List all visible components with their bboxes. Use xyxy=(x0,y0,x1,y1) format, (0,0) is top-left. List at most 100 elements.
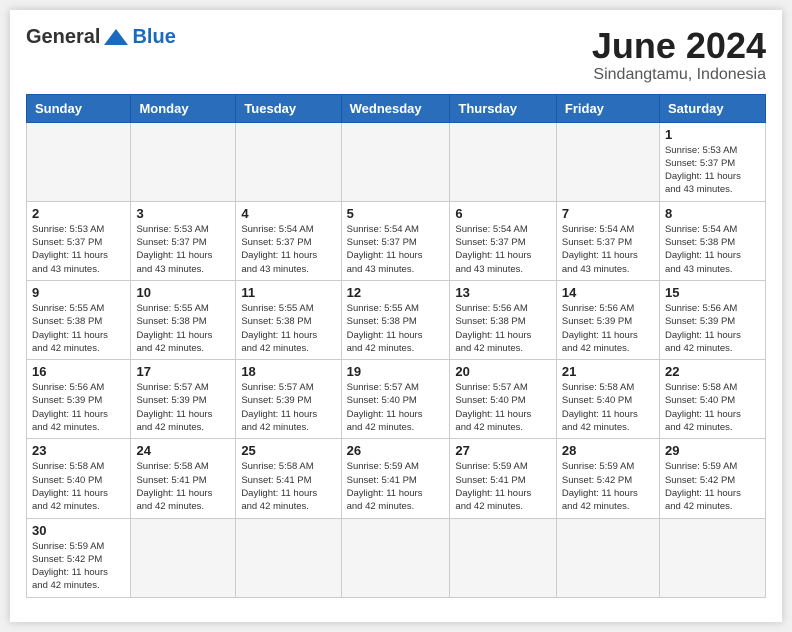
calendar-cell: 20Sunrise: 5:57 AM Sunset: 5:40 PM Dayli… xyxy=(450,360,556,439)
day-number: 30 xyxy=(32,523,125,538)
day-number: 9 xyxy=(32,285,125,300)
calendar-cell: 27 Sunrise: 5:59 AM Sunset: 5:41 PM Dayli… xyxy=(450,439,556,518)
week-row-3: 9 Sunrise: 5:55 AM Sunset: 5:38 PM Daylig… xyxy=(27,280,766,359)
header-row: SundayMondayTuesdayWednesdayThursdayFrid… xyxy=(27,94,766,122)
header-day-friday: Friday xyxy=(556,94,659,122)
day-number: 20 xyxy=(455,364,550,379)
day-number: 3 xyxy=(136,206,230,221)
day-number: 17 xyxy=(136,364,230,379)
calendar-cell: 30 Sunrise: 5:59 AM Sunset: 5:42 PM Dayli… xyxy=(27,518,131,597)
calendar-cell: 13Sunrise: 5:56 AM Sunset: 5:38 PM Dayli… xyxy=(450,280,556,359)
calendar-cell: 12Sunrise: 5:55 AM Sunset: 5:38 PM Dayli… xyxy=(341,280,450,359)
calendar-cell: 6 Sunrise: 5:54 AM Sunset: 5:37 PM Daylig… xyxy=(450,201,556,280)
day-info: Sunrise: 5:53 AM Sunset: 5:37 PM Dayligh… xyxy=(32,223,125,276)
header-day-tuesday: Tuesday xyxy=(236,94,341,122)
week-row-1: 1Sunrise: 5:53 AM Sunset: 5:37 PM Daylig… xyxy=(27,122,766,201)
calendar-cell: 7Sunrise: 5:54 AM Sunset: 5:37 PM Daylig… xyxy=(556,201,659,280)
day-info: Sunrise: 5:54 AM Sunset: 5:37 PM Dayligh… xyxy=(347,223,445,276)
calendar-cell: 18Sunrise: 5:57 AM Sunset: 5:39 PM Dayli… xyxy=(236,360,341,439)
calendar-cell: 15 Sunrise: 5:56 AM Sunset: 5:39 PM Dayli… xyxy=(659,280,765,359)
day-info: Sunrise: 5:54 AM Sunset: 5:37 PM Dayligh… xyxy=(241,223,335,276)
calendar-cell xyxy=(236,518,341,597)
calendar-cell: 2 Sunrise: 5:53 AM Sunset: 5:37 PM Daylig… xyxy=(27,201,131,280)
day-info: Sunrise: 5:58 AM Sunset: 5:40 PM Dayligh… xyxy=(32,460,125,513)
calendar-cell: 28 Sunrise: 5:59 AM Sunset: 5:42 PM Dayli… xyxy=(556,439,659,518)
day-info: Sunrise: 5:55 AM Sunset: 5:38 PM Dayligh… xyxy=(241,302,335,355)
calendar-cell: 24Sunrise: 5:58 AM Sunset: 5:41 PM Dayli… xyxy=(131,439,236,518)
calendar-cell xyxy=(131,122,236,201)
day-info: Sunrise: 5:57 AM Sunset: 5:40 PM Dayligh… xyxy=(347,381,445,434)
calendar-cell xyxy=(450,518,556,597)
logo-blue-text: Blue xyxy=(132,26,175,49)
calendar-cell xyxy=(236,122,341,201)
day-number: 14 xyxy=(562,285,654,300)
day-info: Sunrise: 5:53 AM Sunset: 5:37 PM Dayligh… xyxy=(136,223,230,276)
calendar-cell: 23 Sunrise: 5:58 AM Sunset: 5:40 PM Dayli… xyxy=(27,439,131,518)
calendar-cell: 21Sunrise: 5:58 AM Sunset: 5:40 PM Dayli… xyxy=(556,360,659,439)
header-section: General Blue June 2024 Sindangtamu, Indo… xyxy=(26,26,766,84)
day-info: Sunrise: 5:56 AM Sunset: 5:39 PM Dayligh… xyxy=(665,302,760,355)
day-number: 16 xyxy=(32,364,125,379)
logo-general-text: General xyxy=(26,26,100,49)
calendar-cell xyxy=(659,518,765,597)
day-number: 23 xyxy=(32,443,125,458)
calendar-cell: 11 Sunrise: 5:55 AM Sunset: 5:38 PM Dayli… xyxy=(236,280,341,359)
calendar-title: June 2024 xyxy=(592,26,766,66)
calendar-cell: 3 Sunrise: 5:53 AM Sunset: 5:37 PM Daylig… xyxy=(131,201,236,280)
calendar-cell: 29Sunrise: 5:59 AM Sunset: 5:42 PM Dayli… xyxy=(659,439,765,518)
calendar-cell: 26 Sunrise: 5:59 AM Sunset: 5:41 PM Dayli… xyxy=(341,439,450,518)
day-number: 27 xyxy=(455,443,550,458)
logo: General Blue xyxy=(26,26,176,49)
week-row-5: 23 Sunrise: 5:58 AM Sunset: 5:40 PM Dayli… xyxy=(27,439,766,518)
calendar-cell: 9 Sunrise: 5:55 AM Sunset: 5:38 PM Daylig… xyxy=(27,280,131,359)
day-number: 5 xyxy=(347,206,445,221)
day-info: Sunrise: 5:56 AM Sunset: 5:39 PM Dayligh… xyxy=(32,381,125,434)
calendar-cell: 1Sunrise: 5:53 AM Sunset: 5:37 PM Daylig… xyxy=(659,122,765,201)
header-day-thursday: Thursday xyxy=(450,94,556,122)
week-row-2: 2 Sunrise: 5:53 AM Sunset: 5:37 PM Daylig… xyxy=(27,201,766,280)
calendar-cell: 17Sunrise: 5:57 AM Sunset: 5:39 PM Dayli… xyxy=(131,360,236,439)
day-info: Sunrise: 5:59 AM Sunset: 5:41 PM Dayligh… xyxy=(455,460,550,513)
day-info: Sunrise: 5:56 AM Sunset: 5:39 PM Dayligh… xyxy=(562,302,654,355)
calendar-cell: 10Sunrise: 5:55 AM Sunset: 5:38 PM Dayli… xyxy=(131,280,236,359)
logo-area: General Blue xyxy=(26,26,176,49)
calendar-cell xyxy=(341,122,450,201)
calendar-cell: 25Sunrise: 5:58 AM Sunset: 5:41 PM Dayli… xyxy=(236,439,341,518)
day-number: 8 xyxy=(665,206,760,221)
day-number: 29 xyxy=(665,443,760,458)
day-number: 2 xyxy=(32,206,125,221)
calendar-container: General Blue June 2024 Sindangtamu, Indo… xyxy=(10,10,782,622)
day-number: 28 xyxy=(562,443,654,458)
day-info: Sunrise: 5:59 AM Sunset: 5:41 PM Dayligh… xyxy=(347,460,445,513)
calendar-cell xyxy=(556,122,659,201)
calendar-cell: 4 Sunrise: 5:54 AM Sunset: 5:37 PM Daylig… xyxy=(236,201,341,280)
calendar-cell: 22Sunrise: 5:58 AM Sunset: 5:40 PM Dayli… xyxy=(659,360,765,439)
week-row-4: 16 Sunrise: 5:56 AM Sunset: 5:39 PM Dayli… xyxy=(27,360,766,439)
calendar-subtitle: Sindangtamu, Indonesia xyxy=(592,66,766,84)
day-info: Sunrise: 5:54 AM Sunset: 5:37 PM Dayligh… xyxy=(455,223,550,276)
day-number: 25 xyxy=(241,443,335,458)
day-info: Sunrise: 5:56 AM Sunset: 5:38 PM Dayligh… xyxy=(455,302,550,355)
day-info: Sunrise: 5:59 AM Sunset: 5:42 PM Dayligh… xyxy=(562,460,654,513)
calendar-cell xyxy=(131,518,236,597)
calendar-cell: 19Sunrise: 5:57 AM Sunset: 5:40 PM Dayli… xyxy=(341,360,450,439)
day-info: Sunrise: 5:58 AM Sunset: 5:40 PM Dayligh… xyxy=(665,381,760,434)
day-number: 4 xyxy=(241,206,335,221)
day-info: Sunrise: 5:54 AM Sunset: 5:37 PM Dayligh… xyxy=(562,223,654,276)
day-number: 21 xyxy=(562,364,654,379)
day-info: Sunrise: 5:55 AM Sunset: 5:38 PM Dayligh… xyxy=(32,302,125,355)
header-day-monday: Monday xyxy=(131,94,236,122)
calendar-cell: 5 Sunrise: 5:54 AM Sunset: 5:37 PM Daylig… xyxy=(341,201,450,280)
day-number: 1 xyxy=(665,127,760,142)
calendar-cell: 8Sunrise: 5:54 AM Sunset: 5:38 PM Daylig… xyxy=(659,201,765,280)
day-number: 12 xyxy=(347,285,445,300)
day-number: 15 xyxy=(665,285,760,300)
day-info: Sunrise: 5:55 AM Sunset: 5:38 PM Dayligh… xyxy=(136,302,230,355)
day-number: 26 xyxy=(347,443,445,458)
day-number: 6 xyxy=(455,206,550,221)
day-number: 11 xyxy=(241,285,335,300)
header-day-wednesday: Wednesday xyxy=(341,94,450,122)
calendar-table: SundayMondayTuesdayWednesdayThursdayFrid… xyxy=(26,94,766,598)
calendar-cell xyxy=(27,122,131,201)
day-info: Sunrise: 5:59 AM Sunset: 5:42 PM Dayligh… xyxy=(32,540,125,593)
